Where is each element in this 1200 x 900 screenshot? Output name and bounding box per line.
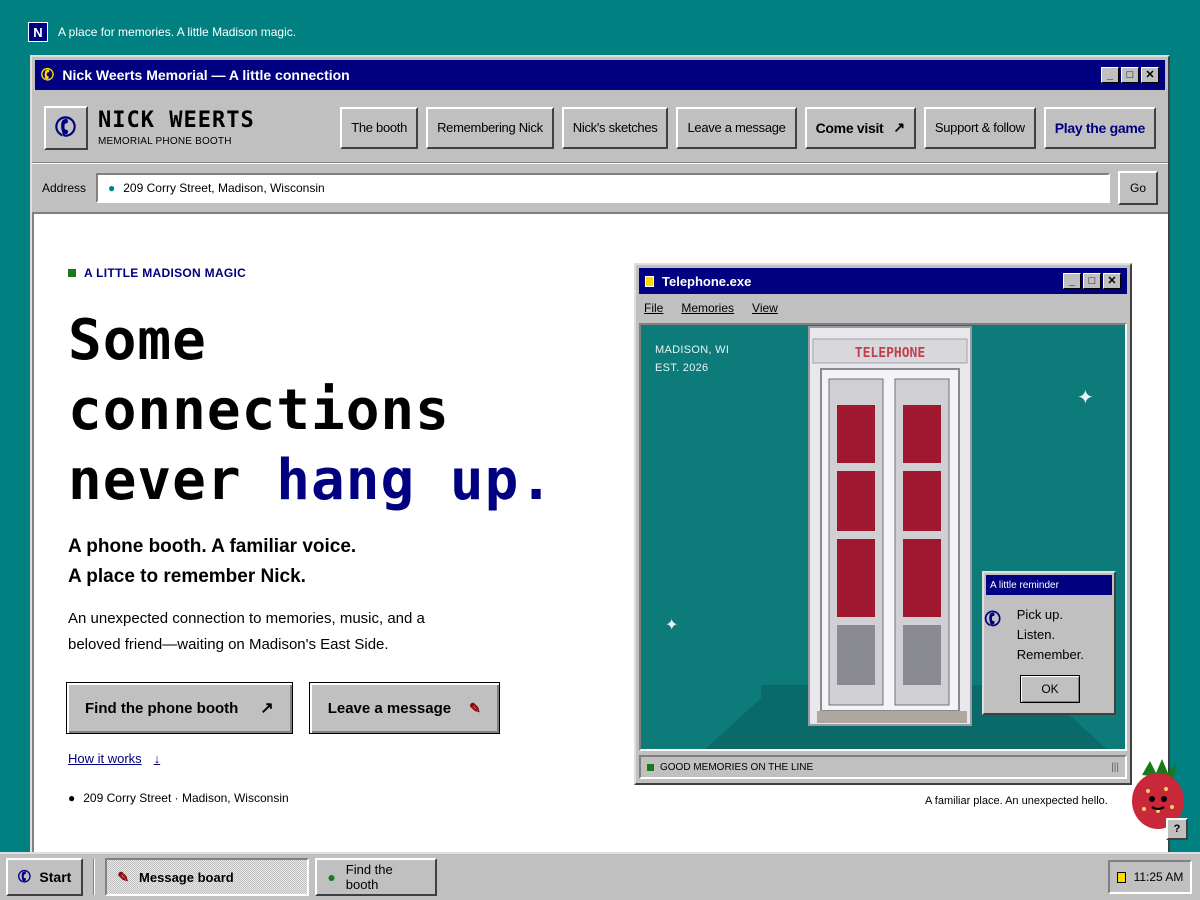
main-titlebar[interactable]: ✆ Nick Weerts Memorial — A little connec… — [35, 60, 1165, 90]
brand: NICK WEERTS MEMORIAL PHONE BOOTH — [98, 108, 255, 147]
start-button[interactable]: ✆ Start — [6, 858, 84, 896]
tray-icon — [1116, 871, 1126, 883]
find-booth-button[interactable]: Find the phone booth ↗ — [66, 682, 293, 734]
nav-nicks-sketches[interactable]: Nick's sketches — [561, 106, 669, 149]
menu-view[interactable]: View — [752, 301, 778, 315]
headline-line-3: never hang up. — [68, 446, 554, 516]
address-field[interactable]: ● 209 Corry Street, Madison, Wisconsin — [96, 172, 1110, 203]
phone-icon: ✆ — [38, 65, 58, 86]
telephone-titlebar[interactable]: Telephone.exe _ □ ✕ — [639, 268, 1127, 294]
help-button[interactable]: ? — [1166, 818, 1188, 840]
hero-headline: Some connections never hang up. — [68, 306, 554, 516]
status-text: GOOD MEMORIES ON THE LINE — [660, 761, 814, 773]
desktop-label-text: A place for memories. A little Madison m… — [58, 25, 297, 39]
eyebrow-text: A LITTLE MADISON MAGIC — [84, 266, 247, 280]
reminder-body: ✆ Pick up. Listen. Remember. — [981, 597, 1114, 665]
nav-play-the-game[interactable]: Play the game — [1043, 106, 1156, 149]
cta-row: Find the phone booth ↗ Leave a message ✎ — [66, 682, 500, 734]
booth-sign: TELEPHONE — [855, 346, 925, 361]
headline-line-3-prefix: never — [68, 448, 277, 513]
message-icon: ✎ — [117, 868, 130, 885]
nav-the-booth[interactable]: The booth — [340, 106, 419, 149]
close-button[interactable]: ✕ — [1103, 273, 1121, 289]
arrow-down-icon: ↓ — [153, 751, 161, 766]
desktop-label: N A place for memories. A little Madison… — [28, 22, 296, 42]
subhead-line-2: A place to remember Nick. — [68, 566, 306, 587]
telephone-title: Telephone.exe — [662, 273, 752, 289]
nav-come-visit[interactable]: Come visit ↗ — [804, 106, 916, 149]
headline-line-1: Some — [68, 308, 207, 373]
leave-message-label: Leave a message — [327, 699, 452, 717]
reminder-line-1: Pick up. — [1016, 607, 1064, 622]
footer-address-text: 209 Corry Street · Madison, Wisconsin — [83, 791, 289, 805]
status-indicator-icon — [647, 763, 654, 771]
nav-come-visit-label: Come visit — [815, 119, 884, 136]
task-message-board-label: Message board — [139, 869, 234, 885]
resize-grip-icon[interactable]: ||| — [1111, 762, 1119, 773]
nav-leave-a-message[interactable]: Leave a message — [676, 106, 797, 149]
reminder-line-2: Listen. — [1016, 627, 1056, 642]
location-pin-icon: ● — [68, 791, 76, 805]
body-line-2: beloved friend—waiting on Madison's East… — [68, 636, 389, 653]
how-it-works-label: How it works — [68, 751, 142, 766]
start-label: Start — [39, 869, 72, 885]
footer-address: ● 209 Corry Street · Madison, Wisconsin — [68, 791, 289, 805]
location-pin-icon: ● — [327, 869, 336, 885]
menu-memories[interactable]: Memories — [681, 301, 734, 315]
headline-line-2: connections — [68, 378, 450, 443]
address-value: 209 Corry Street, Madison, Wisconsin — [123, 180, 325, 195]
phone-icon: ✆ — [980, 606, 1006, 634]
brand-name: NICK WEERTS — [98, 108, 255, 133]
nav-support-follow[interactable]: Support & follow — [923, 106, 1036, 149]
address-label: Address — [42, 180, 87, 195]
hero-body: An unexpected connection to memories, mu… — [68, 606, 488, 658]
task-find-the-booth-label: Find the booth — [345, 862, 393, 892]
body-line-1: An unexpected connection to memories, mu… — [68, 610, 425, 627]
external-link-icon: ↗ — [893, 119, 905, 135]
minimize-button[interactable]: _ — [1063, 273, 1081, 289]
how-it-works-link[interactable]: How it works ↓ — [68, 751, 160, 766]
reminder-dialog: A little reminder ✆ Pick up. Listen. Rem… — [981, 571, 1116, 715]
telephone-menu: File Memories View — [636, 297, 1130, 319]
task-message-board[interactable]: ✎ Message board — [105, 858, 310, 896]
reminder-title[interactable]: A little reminder — [986, 575, 1112, 595]
telephone-statusbar: GOOD MEMORIES ON THE LINE ||| — [639, 755, 1127, 779]
subhead-line-1: A phone booth. A familiar voice. — [68, 536, 357, 557]
nav-remembering-nick[interactable]: Remembering Nick — [426, 106, 554, 149]
find-booth-label: Find the phone booth — [85, 699, 239, 717]
brand-subtitle: MEMORIAL PHONE BOOTH — [98, 136, 232, 147]
hero-subhead: A phone booth. A familiar voice. A place… — [68, 532, 356, 592]
message-icon: ✎ — [469, 699, 481, 716]
ok-button[interactable]: OK — [1020, 675, 1080, 703]
tagline: A familiar place. An unexpected hello. — [925, 795, 1108, 807]
taskbar: ✆ Start ✎ Message board ● Find the booth… — [0, 852, 1200, 900]
hero-eyebrow: A LITTLE MADISON MAGIC — [68, 266, 246, 280]
phone-logo-icon: ✆ — [49, 108, 82, 146]
system-clock[interactable]: 11:25 AM — [1108, 860, 1192, 894]
task-find-the-booth[interactable]: ● Find the booth — [315, 858, 438, 896]
address-bar: Address ● 209 Corry Street, Madison, Wis… — [32, 163, 1168, 211]
phone-icon: ✆ — [15, 866, 35, 888]
taskbar-divider — [93, 859, 96, 895]
bullet-square-icon — [68, 269, 76, 277]
clock-time: 11:25 AM — [1133, 870, 1184, 884]
menu-file[interactable]: File — [644, 301, 663, 315]
go-button[interactable]: Go — [1118, 170, 1158, 205]
reminder-text: Pick up. Listen. Remember. — [1017, 605, 1084, 665]
maximize-button[interactable]: □ — [1121, 67, 1139, 83]
brand-logo[interactable]: ✆ — [44, 105, 88, 150]
app-icon — [645, 275, 654, 287]
reminder-line-3: Remember. — [1016, 647, 1084, 662]
close-button[interactable]: ✕ — [1141, 67, 1159, 83]
headline-accent: hang up. — [276, 448, 555, 513]
leave-message-button[interactable]: Leave a message ✎ — [308, 682, 500, 734]
minimize-button[interactable]: _ — [1101, 67, 1119, 83]
maximize-button[interactable]: □ — [1083, 273, 1101, 289]
external-link-icon: ↗ — [260, 700, 274, 717]
app-logo-icon[interactable]: N — [28, 22, 48, 42]
navigation-bar: ✆ NICK WEERTS MEMORIAL PHONE BOOTH The b… — [32, 93, 1168, 163]
window-title: Nick Weerts Memorial — A little connecti… — [62, 67, 350, 83]
location-pin-icon: ● — [108, 180, 116, 195]
